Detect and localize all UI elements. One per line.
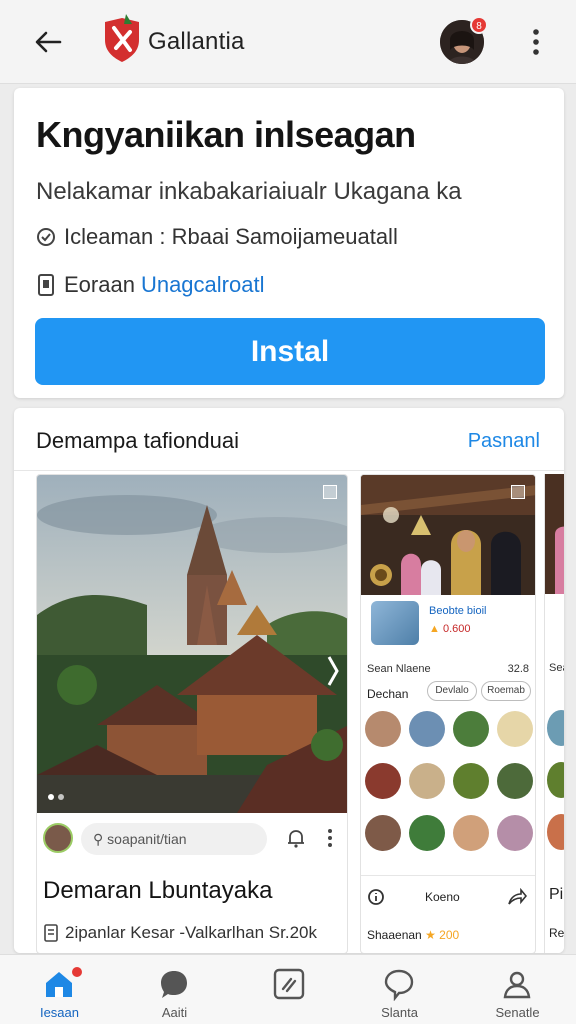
speech-icon: [384, 969, 414, 1001]
recommendation-section: Demampa tafionduai Pasnanl ⚲ soapanit/ti…: [14, 408, 564, 953]
nav-profile-label: Senatle: [495, 1005, 540, 1020]
section-title: Demampa tafionduai: [36, 428, 240, 453]
top-app-bar: Gallantia 8: [0, 0, 576, 84]
share-icon[interactable]: [507, 888, 527, 906]
product-name: Beobte bioil: [429, 605, 487, 617]
footer-label: Koeno: [425, 890, 460, 904]
bookmark-icon[interactable]: [323, 485, 337, 499]
document-icon: [44, 924, 58, 942]
secondary-tile-footer: Koeno Shaaenan ★ 200: [361, 875, 535, 953]
next-tile-peek[interactable]: Sea Pi Re: [544, 474, 564, 953]
product-price: ▲ 0.600: [429, 623, 470, 635]
filter-chip-1[interactable]: Devlalo: [427, 681, 477, 701]
stat-label: Sean Nlaene: [367, 663, 431, 675]
app-logo-icon: [105, 14, 139, 62]
nav-chat[interactable]: Aaiti: [117, 955, 232, 1024]
more-vertical-icon[interactable]: [524, 26, 548, 58]
edit-square-icon: [273, 968, 305, 1000]
section-see-all-link[interactable]: Pasnanl: [468, 430, 540, 453]
nav-edit[interactable]: [232, 955, 347, 1024]
next-arrow-icon[interactable]: [327, 653, 339, 689]
more-vertical-icon[interactable]: [325, 827, 335, 849]
grid-avatar[interactable]: [409, 711, 445, 747]
app-title: Gallantia: [148, 28, 245, 55]
nav-home-badge: [70, 965, 84, 979]
section-divider: [14, 470, 564, 471]
notification-badge: 8: [470, 16, 488, 34]
phone-icon: [38, 274, 54, 296]
peek-footer-name: Re: [549, 926, 564, 940]
comment-bar: ⚲ soapanit/tian: [37, 813, 347, 867]
tile-meta: 2ipanlar Kesar -Valkarlhan Sr.20k: [43, 923, 317, 943]
grid-avatar[interactable]: [365, 815, 401, 851]
footer-name: Shaaenan ★ 200: [367, 928, 459, 942]
footer-rating: ★ 200: [425, 928, 460, 942]
tile-title: Demaran Lbuntayaka: [43, 877, 273, 904]
product-price-value: 0.600: [442, 623, 471, 635]
comment-input-icon: ⚲: [93, 831, 108, 847]
category-row: Eoraan Unagcalroatl: [36, 272, 264, 298]
peek-label: Sea: [549, 662, 564, 674]
temple-photo: [37, 475, 347, 813]
verified-circle-icon: [37, 228, 55, 246]
nav-chat-label: Aaiti: [161, 1005, 188, 1020]
chat-bubble-icon: [161, 971, 187, 998]
filter-chip-2[interactable]: Roemab: [481, 681, 531, 701]
app-info-card: Kngyaniikan inlseagan Nelakamar inkabaka…: [14, 88, 564, 398]
filter-label: Dechan: [367, 687, 409, 701]
tile-meta-text: 2ipanlar Kesar -Valkarlhan Sr.20k: [65, 923, 317, 942]
peek-avatar: [547, 710, 564, 746]
install-button[interactable]: Instal: [35, 318, 545, 385]
peek-avatar: [547, 814, 564, 850]
grid-avatar[interactable]: [497, 711, 533, 747]
comment-placeholder: soapanit/tian: [107, 831, 187, 847]
peek-footer-label: Pi: [549, 886, 564, 903]
grid-avatar[interactable]: [409, 763, 445, 799]
carousel-dots: [48, 794, 64, 800]
grid-avatar[interactable]: [453, 711, 489, 747]
category-prefix: Eoraan: [64, 272, 135, 297]
developer-text: Icleaman : Rbaai Samoijameuatall: [64, 224, 398, 249]
nav-profile[interactable]: Senatle: [460, 955, 575, 1024]
featured-tile[interactable]: ⚲ soapanit/tian Demaran Lbuntayaka 2ipan…: [36, 474, 348, 953]
category-link[interactable]: Unagcalroatl: [141, 272, 265, 298]
secondary-tile[interactable]: Beobte bioil ▲ 0.600 Sean Nlaene 32.8 De…: [360, 474, 536, 953]
grid-avatar[interactable]: [409, 815, 445, 851]
nav-home-label: Iesaan: [39, 1005, 80, 1020]
commenter-avatar[interactable]: [43, 823, 73, 853]
grid-avatar[interactable]: [497, 763, 533, 799]
crowd-photo: [361, 475, 535, 595]
comment-input[interactable]: ⚲ soapanit/tian: [81, 823, 267, 855]
product-card[interactable]: Beobte bioil ▲ 0.600: [367, 597, 531, 653]
notification-bell-icon[interactable]: [285, 827, 307, 849]
bookmark-icon[interactable]: [511, 485, 525, 499]
nav-home[interactable]: Iesaan: [2, 955, 117, 1024]
footer-name-text: Shaaenan: [367, 928, 422, 942]
profile-icon: [503, 971, 531, 999]
peek-avatar: [547, 762, 564, 798]
grid-avatar[interactable]: [365, 711, 401, 747]
grid-avatar[interactable]: [365, 763, 401, 799]
product-thumbnail: [371, 601, 419, 645]
grid-avatar[interactable]: [497, 815, 533, 851]
nav-messages-label: Slanta: [381, 1005, 418, 1020]
grid-avatar[interactable]: [453, 815, 489, 851]
nav-messages[interactable]: Slanta: [342, 955, 457, 1024]
app-headline: Kngyaniikan inlseagan: [36, 114, 416, 155]
developer-row: Icleaman : Rbaai Samoijameuatall: [36, 224, 398, 250]
stat-value: 32.8: [507, 663, 529, 675]
peek-photo: [545, 474, 564, 594]
price-warning-icon: ▲: [429, 623, 443, 635]
grid-avatar[interactable]: [453, 763, 489, 799]
bottom-navigation: Iesaan Aaiti Slanta Senatle: [0, 954, 576, 1024]
app-subtitle: Nelakamar inkabakariaiualr Ukagana ka: [36, 178, 462, 205]
info-circle-icon[interactable]: [367, 888, 385, 906]
back-arrow-icon[interactable]: [30, 24, 66, 60]
